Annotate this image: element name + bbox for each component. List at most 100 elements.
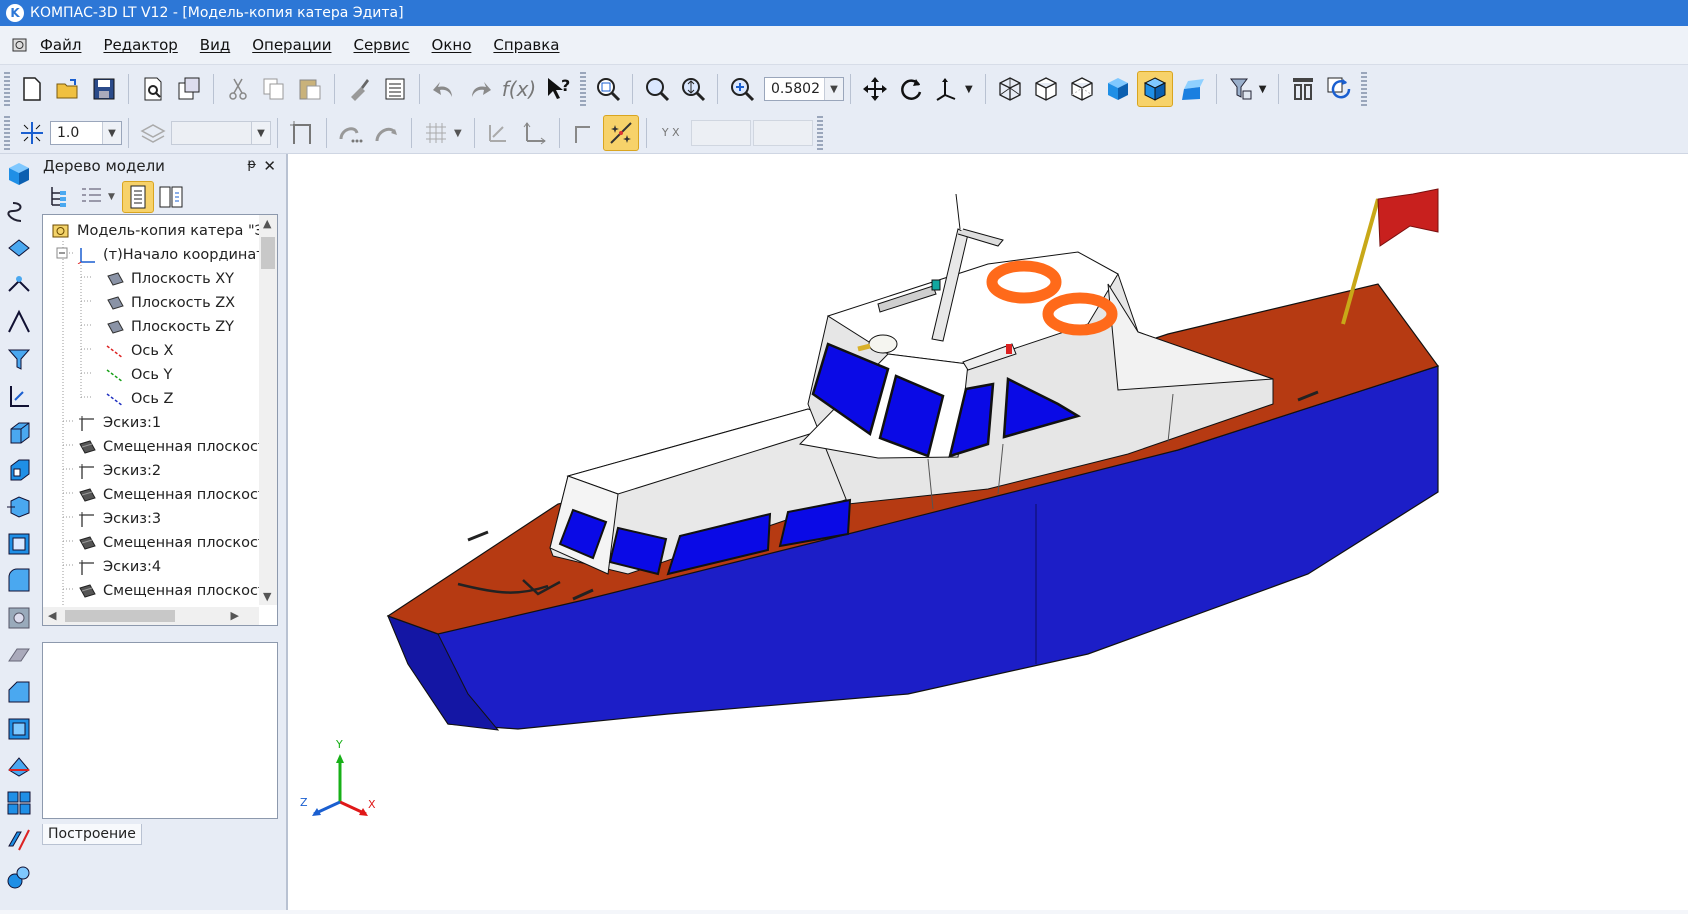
tree-item[interactable]: Модель-копия катера "Эди: [51, 219, 277, 243]
mirror-button[interactable]: [2, 823, 36, 857]
tree-item[interactable]: Ось Z: [105, 387, 173, 411]
toolbar-grip[interactable]: [816, 116, 823, 150]
sketch-mode-button[interactable]: [285, 116, 319, 150]
measurements-button[interactable]: [2, 342, 36, 376]
local-cs-button[interactable]: [482, 116, 516, 150]
chevron-down-icon[interactable]: ▼: [102, 122, 121, 144]
chevron-down-icon[interactable]: ▼: [965, 84, 973, 95]
tree-structure-button[interactable]: [1286, 72, 1320, 106]
auxiliary-geometry-button[interactable]: [2, 305, 36, 339]
menu-file[interactable]: Файл: [40, 36, 81, 54]
menu-view[interactable]: Вид: [200, 36, 230, 54]
rebuild-button[interactable]: [1322, 72, 1356, 106]
shell-button[interactable]: [2, 527, 36, 561]
wireframe-button[interactable]: [993, 72, 1027, 106]
paste-button[interactable]: [293, 72, 327, 106]
menu-operations[interactable]: Операции: [252, 36, 331, 54]
shaded-button[interactable]: [1101, 72, 1135, 106]
chevron-down-icon[interactable]: ▼: [108, 192, 115, 202]
chevron-down-icon[interactable]: ▼: [251, 122, 270, 144]
boat-model-render[interactable]: [288, 154, 1688, 910]
zoom-window-button[interactable]: [640, 72, 674, 106]
pattern-button[interactable]: [2, 786, 36, 820]
tree-item[interactable]: Эскиз:4: [77, 555, 161, 579]
editing-details-button[interactable]: [2, 157, 36, 191]
coordinate-y-field[interactable]: [752, 120, 813, 146]
copy-button[interactable]: [257, 72, 291, 106]
tree-item[interactable]: Плоскость ZY: [105, 315, 234, 339]
constraints-button[interactable]: [370, 116, 404, 150]
kompas-app-icon[interactable]: K: [6, 4, 24, 22]
cursor-step-button[interactable]: [15, 116, 49, 150]
tree-document-button[interactable]: [121, 181, 154, 213]
step-combo[interactable]: 1.0 ▼: [50, 121, 122, 145]
document-menu-icon[interactable]: [10, 35, 30, 55]
zoom-frame-button[interactable]: [591, 72, 625, 106]
zoom-dynamic-button[interactable]: [676, 72, 710, 106]
tree-item[interactable]: Смещенная плоскост: [77, 483, 266, 507]
close-icon[interactable]: ✕: [263, 157, 276, 175]
tree-item[interactable]: Эскиз:2: [77, 459, 161, 483]
tree-item[interactable]: Смещенная плоскост: [77, 435, 266, 459]
rotation-operation-button[interactable]: [2, 490, 36, 524]
tree-item[interactable]: Смещенная плоскост: [77, 531, 266, 555]
tree-structure-view-button[interactable]: [156, 182, 186, 212]
model-viewport[interactable]: Y X Z: [288, 154, 1688, 910]
tree-item[interactable]: Ось X: [105, 339, 173, 363]
chevron-down-icon[interactable]: ▼: [1259, 84, 1267, 95]
fillet-button[interactable]: [2, 564, 36, 598]
library-button[interactable]: [2, 860, 36, 894]
toolbar-grip[interactable]: [580, 72, 586, 106]
scroll-thumb[interactable]: [65, 610, 175, 622]
undo-button[interactable]: [427, 72, 461, 106]
orthogonal-button[interactable]: [518, 116, 552, 150]
zoom-in-button[interactable]: [725, 72, 759, 106]
tree-vertical-scrollbar[interactable]: ▲ ▼: [259, 215, 277, 605]
format-painter-button[interactable]: [342, 72, 376, 106]
menu-help[interactable]: Справка: [493, 36, 559, 54]
properties-button[interactable]: [172, 72, 206, 106]
cut-extrude-button[interactable]: [2, 453, 36, 487]
save-button[interactable]: [87, 72, 121, 106]
arrays-button[interactable]: [2, 268, 36, 302]
tree-view-button[interactable]: [45, 182, 75, 212]
menu-service[interactable]: Сервис: [353, 36, 409, 54]
toolbar-grip[interactable]: [4, 72, 10, 106]
tree-item[interactable]: Плоскость ZX: [105, 291, 235, 315]
ortho-draw-button[interactable]: [567, 116, 601, 150]
spatial-curves-button[interactable]: [2, 194, 36, 228]
tree-item[interactable]: Смещенная плоскост: [77, 579, 266, 603]
section-button[interactable]: [2, 749, 36, 783]
menu-editor[interactable]: Редактор: [103, 36, 177, 54]
coordinate-x-field[interactable]: [690, 120, 751, 146]
new-document-button[interactable]: [15, 72, 49, 106]
hole-button[interactable]: [2, 601, 36, 635]
print-preview-button[interactable]: [136, 72, 170, 106]
perspective-button[interactable]: [1175, 72, 1209, 106]
tree-horizontal-scrollbar[interactable]: ◀ ▶: [43, 607, 259, 625]
toolbar-grip[interactable]: [4, 116, 10, 150]
shaded-edges-button[interactable]: [1136, 71, 1173, 107]
layers-button[interactable]: [136, 116, 170, 150]
filter-objects-button[interactable]: [1224, 72, 1258, 106]
rotate-button[interactable]: [894, 72, 928, 106]
dimensions-button[interactable]: [2, 379, 36, 413]
rib-button[interactable]: [2, 638, 36, 672]
chamfer-button[interactable]: [2, 675, 36, 709]
tree-item[interactable]: Эскиз:1: [77, 411, 161, 435]
chevron-down-icon[interactable]: ▼: [824, 78, 843, 100]
scale-combo[interactable]: 0.5802 ▼: [764, 77, 844, 101]
model-tree[interactable]: Модель-копия катера "Эди (т)Начало коорди…: [42, 214, 278, 626]
tree-item[interactable]: Ось Y: [105, 363, 172, 387]
pan-button[interactable]: [858, 72, 892, 106]
context-help-button[interactable]: ?: [541, 72, 575, 106]
cut-button[interactable]: [221, 72, 255, 106]
layer-combo[interactable]: ▼: [171, 121, 271, 145]
tree-item[interactable]: (т)Начало координат: [77, 243, 265, 267]
scroll-down-icon[interactable]: ▼: [263, 590, 271, 603]
list-button[interactable]: [378, 72, 412, 106]
scroll-up-icon[interactable]: ▲: [263, 217, 271, 230]
draft-button[interactable]: [2, 712, 36, 746]
menu-window[interactable]: Окно: [432, 36, 472, 54]
toolbar-grip[interactable]: [1361, 72, 1368, 106]
